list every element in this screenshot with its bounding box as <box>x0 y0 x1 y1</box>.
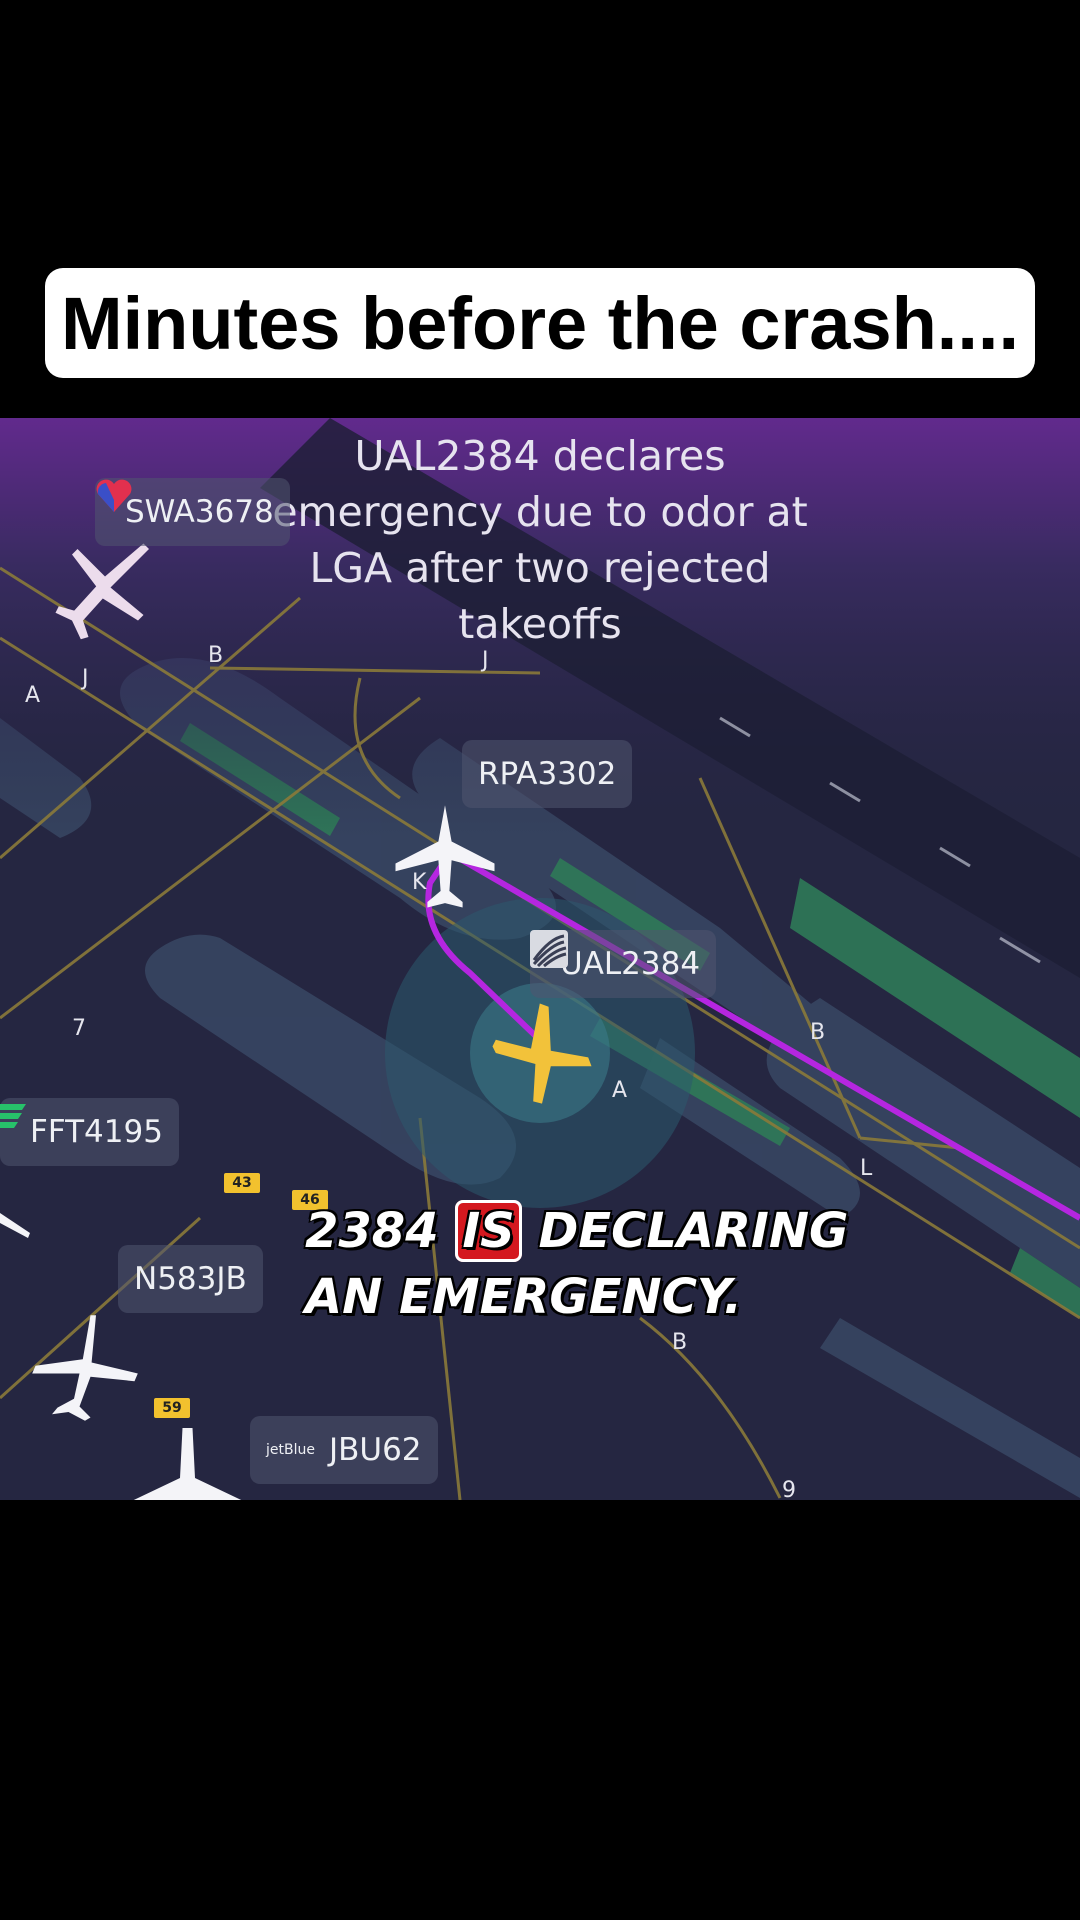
taxiway-label: B <box>208 643 224 668</box>
flight-tag-fft4195[interactable]: FFT4195 <box>0 1098 179 1166</box>
taxiway-label: A <box>25 683 41 708</box>
taxiway-label: J <box>82 666 89 691</box>
taxiway-label: A <box>612 1078 628 1103</box>
event-notification: UAL2384 declares emergency due to odor a… <box>272 432 808 648</box>
jetblue-logo: jetBlue <box>266 1442 315 1458</box>
flight-callsign: SWA3678 <box>125 494 274 530</box>
caption-text: 2384 <box>305 1203 456 1259</box>
taxiway-label: 9 <box>782 1478 796 1500</box>
taxiway-label: B <box>672 1330 688 1355</box>
flight-callsign: RPA3302 <box>478 756 617 792</box>
title-banner: Minutes before the crash.... <box>45 268 1035 378</box>
flight-tag-ual2384[interactable]: UAL2384 <box>530 930 717 998</box>
airplane-icon[interactable] <box>0 1208 34 1248</box>
gate-marker: 59 <box>154 1398 190 1418</box>
selected-airplane-icon[interactable] <box>478 998 606 1108</box>
caption-line-2: AN EMERGENCY. <box>305 1269 742 1325</box>
flight-tag-jbu62[interactable]: jetBlue JBU62 <box>250 1416 438 1484</box>
flight-tag-n583jb[interactable]: N583JB <box>118 1245 263 1313</box>
banner-title: Minutes before the crash.... <box>60 281 1020 365</box>
caption-highlight: IS <box>455 1200 522 1262</box>
flight-callsign: JBU62 <box>328 1432 422 1468</box>
taxiway-label: 7 <box>72 1016 86 1041</box>
taxiway-label: J <box>482 648 489 673</box>
flight-tag-rpa3302[interactable]: RPA3302 <box>462 740 633 808</box>
airplane-icon[interactable] <box>390 798 500 918</box>
caption-text: DECLARING <box>521 1203 849 1259</box>
airplane-icon[interactable] <box>30 1308 140 1428</box>
taxiway-label: K <box>412 870 427 895</box>
caption-line-1: 2384 IS DECLARING <box>305 1198 848 1264</box>
flight-callsign: N583JB <box>134 1261 247 1297</box>
flight-map[interactable]: UAL2384 declares emergency due to odor a… <box>0 418 1080 1500</box>
taxiway-label: L <box>860 1156 873 1181</box>
flight-callsign: UAL2384 <box>560 946 701 982</box>
subtitle-caption: 2384 IS DECLARING AN EMERGENCY. <box>305 1198 848 1330</box>
airplane-icon[interactable] <box>40 538 170 648</box>
taxiway-label: B <box>810 1020 826 1045</box>
flight-callsign: FFT4195 <box>30 1114 163 1150</box>
flight-tag-swa3678[interactable]: SWA3678 <box>95 478 290 546</box>
gate-marker: 43 <box>224 1173 260 1193</box>
airplane-icon[interactable] <box>125 1428 250 1500</box>
